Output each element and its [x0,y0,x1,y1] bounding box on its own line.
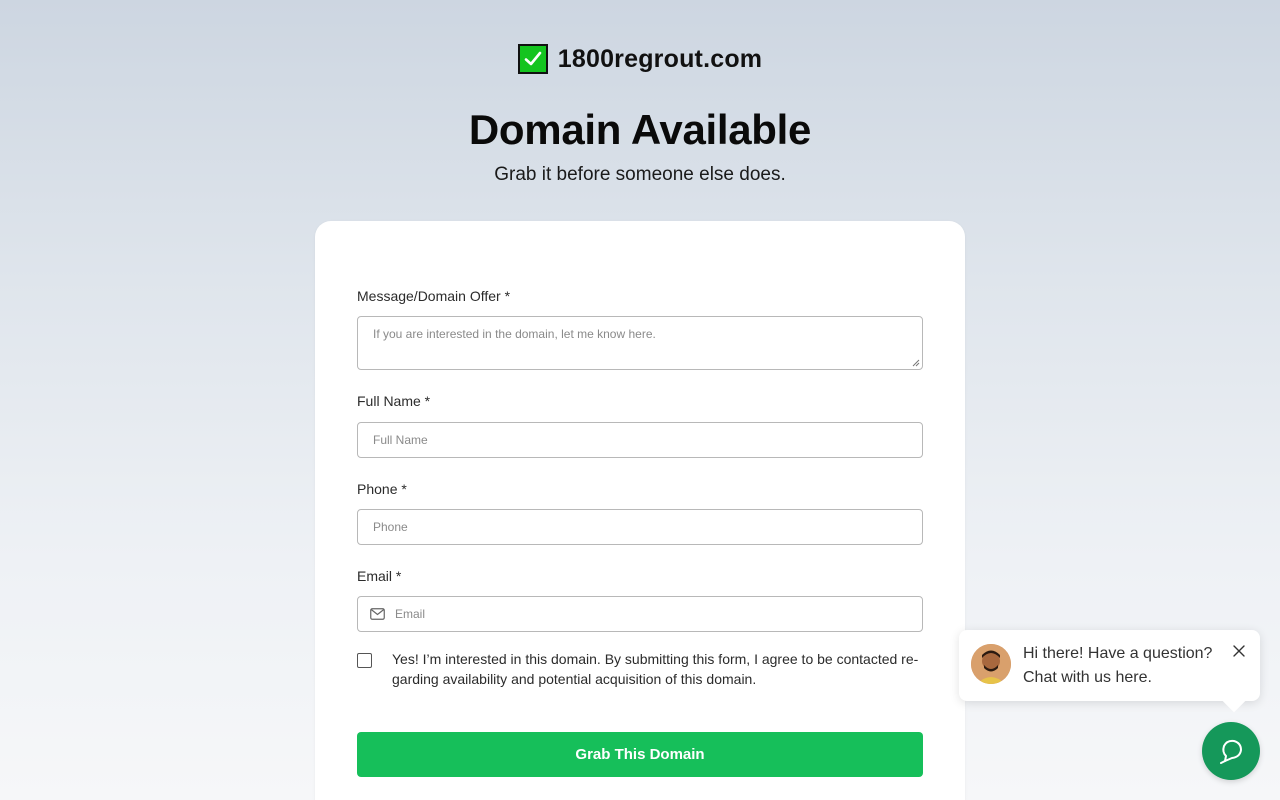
chat-line-1: Hi there! Have a question? [1023,645,1213,662]
page-subtitle: Grab it before someone else does. [494,164,786,185]
consent-text: Yes! I’m interested in this domain. By s… [392,651,919,687]
email-label: Email * [357,568,402,584]
email-placeholder: Email [395,607,426,621]
message-label: Message/Domain Offer * [357,288,511,304]
full-name-label: Full Name * [357,393,431,409]
chat-prompt-text: Hi there! Have a question? Chat with us … [1023,642,1212,690]
page-title: Domain Available [468,106,812,153]
chat-icon [1220,739,1242,764]
offer-form-card: Message/Domain Offer * If you are intere… [315,221,965,800]
phone-placeholder: Phone [373,520,408,534]
consent-checkbox[interactable] [357,653,372,668]
resize-grip-icon[interactable] [912,359,920,367]
full-name-input[interactable]: Full Name [357,422,923,458]
chat-launcher-button[interactable] [1202,722,1260,780]
domain-name: 1800regrout.com [557,44,763,73]
check-mark-icon [517,44,548,74]
envelope-icon [370,608,385,620]
chat-line-2: Chat with us here. [1023,669,1152,686]
close-icon[interactable] [1232,644,1246,658]
agent-avatar [971,644,1011,684]
full-name-placeholder: Full Name [373,433,428,447]
phone-input[interactable]: Phone [357,509,923,545]
grab-domain-button[interactable]: Grab This Domain [357,732,923,777]
message-placeholder: If you are interested in the domain, let… [373,327,656,341]
message-textarea[interactable]: If you are interested in the domain, let… [357,316,923,370]
chat-prompt-bubble[interactable]: Hi there! Have a question? Chat with us … [959,630,1260,701]
email-input[interactable]: Email [357,596,923,632]
brand-header: 1800regrout.com [0,44,1280,74]
phone-label: Phone * [357,481,407,497]
